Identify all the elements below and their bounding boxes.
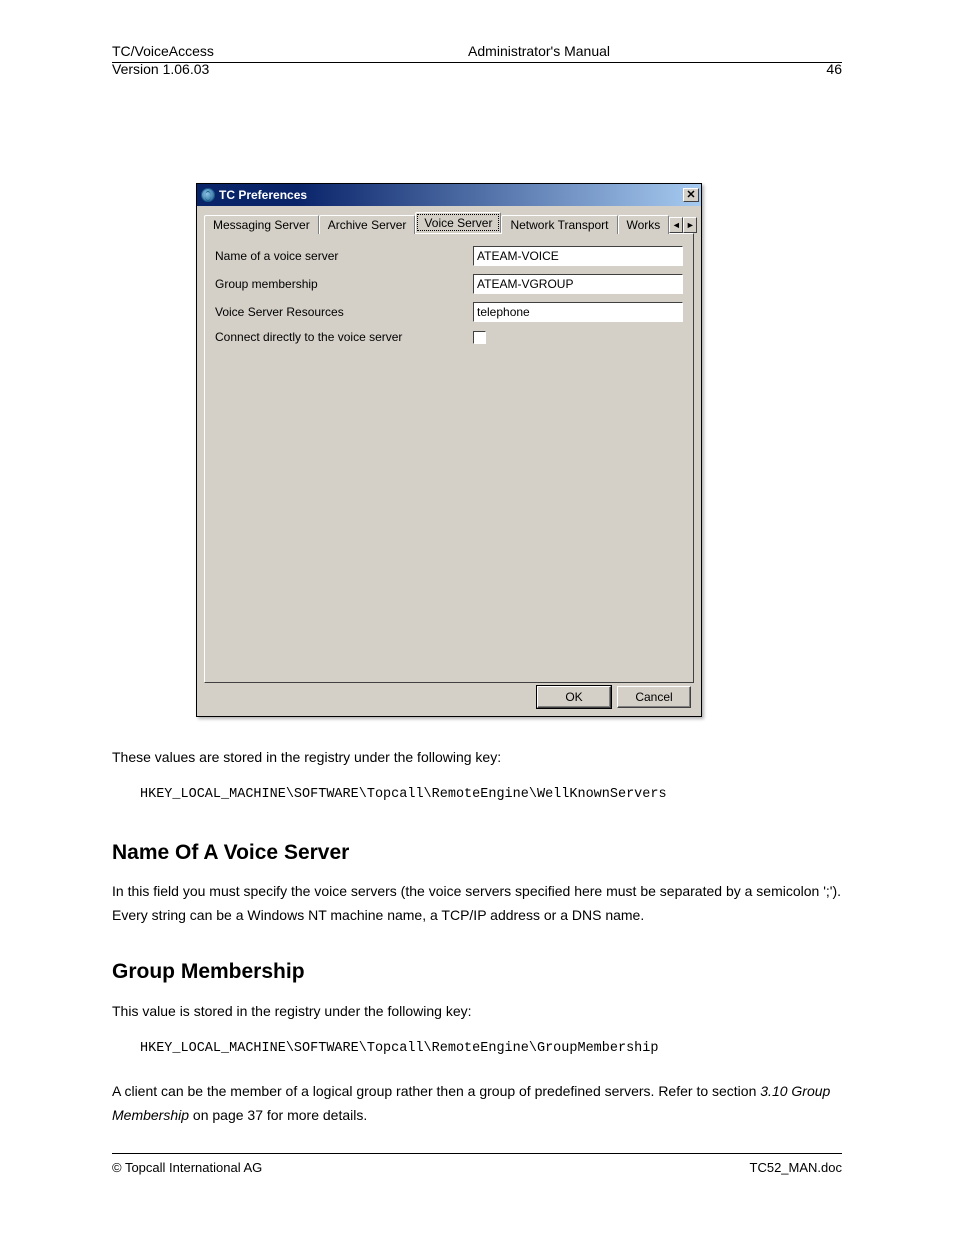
footer-filename: TC52_MAN.doc	[750, 1160, 842, 1175]
tab-panel: Name of a voice server Group membership …	[204, 233, 694, 683]
registry-key-2: HKEY_LOCAL_MACHINE\SOFTWARE\Topcall\Remo…	[140, 1038, 842, 1061]
row-group-membership: Group membership	[215, 274, 683, 294]
row-voice-server-name: Name of a voice server	[215, 246, 683, 266]
input-group-membership[interactable]	[473, 274, 683, 294]
heading-name-of-voice-server: Name Of A Voice Server	[112, 835, 842, 871]
label-voice-server-name: Name of a voice server	[215, 249, 473, 263]
titlebar: TC Preferences ✕	[197, 184, 701, 206]
page-number: 46	[826, 61, 842, 77]
tab-works[interactable]: Works	[618, 215, 670, 234]
input-voice-server-name[interactable]	[473, 246, 683, 266]
footer-copyright: © Topcall International AG	[112, 1160, 262, 1175]
tab-voice-server[interactable]: Voice Server	[415, 212, 501, 233]
body-text: These values are stored in the registry …	[112, 746, 842, 1128]
para-group-detail: A client can be the member of a logical …	[112, 1080, 842, 1128]
tab-scroll: ◄ ►	[669, 217, 697, 233]
para4-b: on page 37 for more details.	[189, 1107, 367, 1123]
tab-row: Messaging Server Archive Server Voice Se…	[204, 213, 694, 233]
label-group-membership: Group membership	[215, 277, 473, 291]
tab-messaging-server[interactable]: Messaging Server	[204, 215, 319, 234]
para-stored-key: These values are stored in the registry …	[112, 746, 842, 770]
tab-archive-server[interactable]: Archive Server	[319, 215, 416, 234]
window-title: TC Preferences	[219, 188, 307, 202]
product-name: TC/VoiceAccess	[112, 43, 214, 59]
heading-group-membership: Group Membership	[112, 954, 842, 990]
para-group-key-intro: This value is stored in the registry und…	[112, 1000, 842, 1024]
tab-scroll-left[interactable]: ◄	[669, 217, 683, 233]
close-button[interactable]: ✕	[683, 188, 699, 202]
page-footer: © Topcall International AG TC52_MAN.doc	[112, 1153, 842, 1175]
button-row: OK Cancel	[537, 686, 691, 708]
tab-network-transport[interactable]: Network Transport	[501, 215, 617, 234]
registry-key-1: HKEY_LOCAL_MACHINE\SOFTWARE\Topcall\Remo…	[140, 784, 842, 807]
tab-scroll-right[interactable]: ►	[683, 217, 697, 233]
para-name-of-voice-server: In this field you must specify the voice…	[112, 880, 842, 928]
page-header: TC/VoiceAccess Administrator's Manual Ve…	[112, 43, 842, 63]
para4-a: A client can be the member of a logical …	[112, 1083, 756, 1099]
app-icon	[201, 188, 215, 202]
label-connect-directly: Connect directly to the voice server	[215, 330, 473, 344]
preferences-window: TC Preferences ✕ Messaging Server Archiv…	[196, 183, 702, 717]
checkbox-connect-directly[interactable]	[473, 331, 486, 344]
doc-title: Administrator's Manual	[468, 43, 610, 59]
doc-version: Version 1.06.03	[112, 61, 209, 77]
label-voice-server-resources: Voice Server Resources	[215, 305, 473, 319]
input-voice-server-resources[interactable]	[473, 302, 683, 322]
row-connect-directly: Connect directly to the voice server	[215, 330, 683, 344]
cancel-button[interactable]: Cancel	[617, 686, 691, 708]
ok-button[interactable]: OK	[537, 686, 611, 708]
row-voice-server-resources: Voice Server Resources	[215, 302, 683, 322]
